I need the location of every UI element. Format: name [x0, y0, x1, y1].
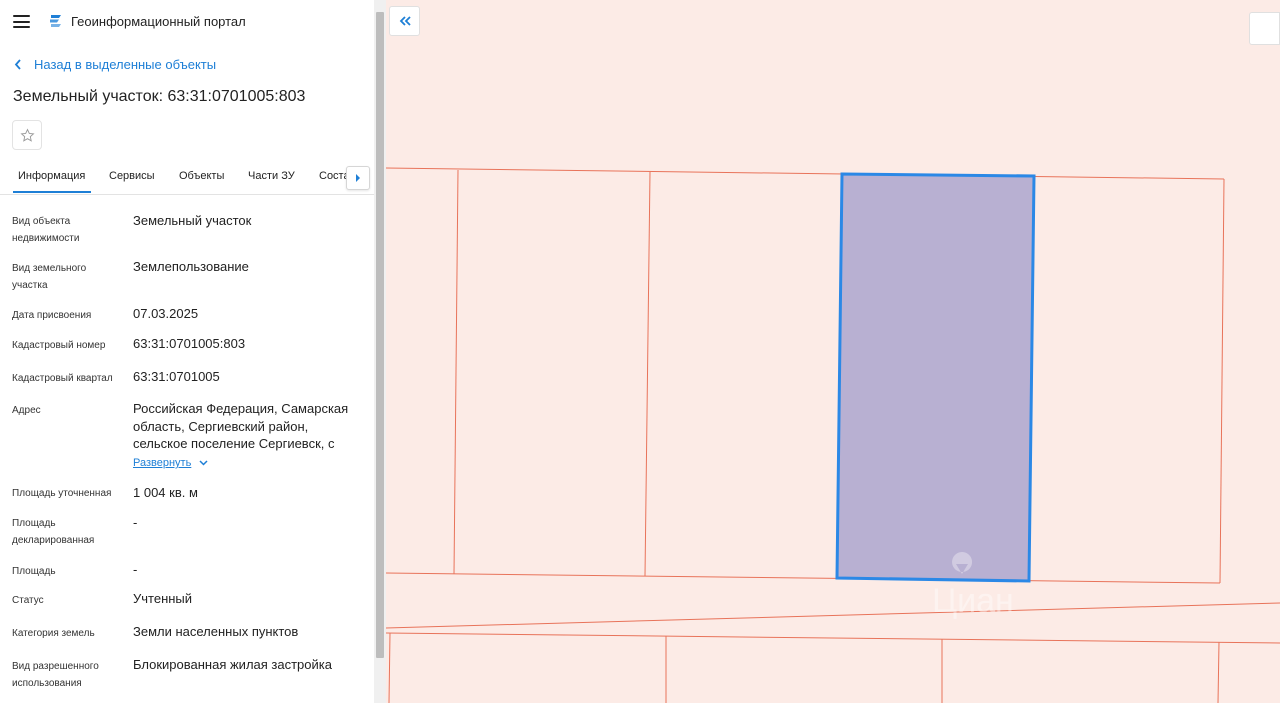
- selected-parcel: [835, 172, 1036, 583]
- prop-label-area-declared: Площадь декларированная: [12, 518, 95, 546]
- cadastral-map-layer: Циан: [386, 167, 1280, 703]
- prop-value-area-declared: -: [133, 515, 138, 530]
- prop-label-permitted-use: Вид разрешенного использования: [12, 661, 99, 689]
- prop-label-object-type: Вид объекта недвижимости: [12, 216, 80, 244]
- chevron-left-icon: [14, 59, 21, 70]
- collapse-panel-button[interactable]: [389, 6, 420, 36]
- map-canvas[interactable]: Циан: [386, 0, 1280, 703]
- panel-scrollbar[interactable]: [374, 0, 386, 703]
- app-title: Геоинформационный портал: [71, 14, 246, 29]
- map-watermark: Циан: [932, 582, 1014, 620]
- tabs-scroll-right-button[interactable]: [346, 166, 370, 190]
- double-chevron-left-icon: [399, 16, 411, 26]
- prop-label-address: Адрес: [12, 405, 41, 416]
- prop-value-area: -: [133, 562, 138, 577]
- page-title: Земельный участок: 63:31:0701005:803: [13, 88, 306, 105]
- hamburger-menu-icon[interactable]: [13, 15, 30, 28]
- tab-parts[interactable]: Части ЗУ: [248, 170, 295, 182]
- parcel-block-bottom-edge: [386, 572, 1221, 584]
- tab-info[interactable]: Информация: [18, 170, 85, 182]
- tab-services[interactable]: Сервисы: [109, 170, 155, 182]
- prop-label-area: Площадь: [12, 566, 56, 577]
- parcel-right-edge: [1219, 178, 1225, 584]
- prop-label-status: Статус: [12, 595, 44, 606]
- parcel-divider: [453, 169, 459, 575]
- road-edge: [386, 632, 1280, 644]
- prop-value-cadastral-number: 63:31:0701005:803: [133, 336, 246, 351]
- prop-value-assign-date: 07.03.2025: [133, 306, 199, 321]
- portal-logo-icon: [50, 15, 61, 27]
- back-to-selected-button[interactable]: Назад в выделенные объекты: [14, 57, 216, 72]
- tab-objects[interactable]: Объекты: [179, 170, 224, 182]
- prop-value-area-specified: 1 004 кв. м: [133, 485, 198, 500]
- expand-address-label: Развернуть: [133, 457, 192, 469]
- star-icon: [19, 127, 35, 142]
- active-tab-indicator: [13, 191, 91, 193]
- tab-composition[interactable]: Состав: [319, 170, 347, 182]
- prop-value-permitted-use: Блокированная жилая застройка: [133, 657, 332, 672]
- parcel-block-top-edge: [386, 167, 1225, 180]
- info-panel: Геоинформационный портал Назад в выделен…: [0, 0, 374, 703]
- caret-right-icon: [356, 174, 360, 182]
- prop-value-status: Учтенный: [133, 591, 193, 606]
- prop-label-cadastral-quarter: Кадастровый квартал: [12, 373, 113, 384]
- prop-value-object-type: Земельный участок: [133, 213, 252, 228]
- back-link-label: Назад в выделенные объекты: [34, 57, 217, 72]
- top-bar: Геоинформационный портал: [0, 0, 374, 44]
- prop-value-address: Российская Федерация, Самарская область,…: [133, 401, 349, 451]
- prop-value-cadastral-quarter: 63:31:0701005: [133, 369, 220, 384]
- prop-label-parcel-type: Вид земельного участка: [12, 263, 87, 291]
- prop-label-area-specified: Площадь уточненная: [12, 488, 112, 499]
- favorite-button[interactable]: [12, 120, 42, 150]
- chevron-down-icon: [199, 460, 208, 466]
- prop-label-land-category: Категория земель: [12, 628, 95, 639]
- parcel-divider: [1217, 641, 1220, 703]
- road-edge: [386, 602, 1280, 629]
- parcel-divider: [644, 171, 651, 577]
- prop-value-land-category: Земли населенных пунктов: [133, 624, 299, 639]
- map-control-button[interactable]: [1249, 12, 1280, 45]
- parcel-divider: [388, 632, 391, 703]
- prop-label-assign-date: Дата присвоения: [12, 310, 92, 321]
- tab-bar: Информация Сервисы Объекты Части ЗУ Сост…: [0, 160, 374, 195]
- prop-label-cadastral-number: Кадастровый номер: [12, 340, 106, 351]
- prop-value-parcel-type: Землепользование: [133, 259, 249, 274]
- tab-overflow-clip: Состав: [319, 160, 347, 193]
- expand-address-button[interactable]: Развернуть: [133, 457, 208, 469]
- scrollbar-thumb[interactable]: [376, 12, 384, 658]
